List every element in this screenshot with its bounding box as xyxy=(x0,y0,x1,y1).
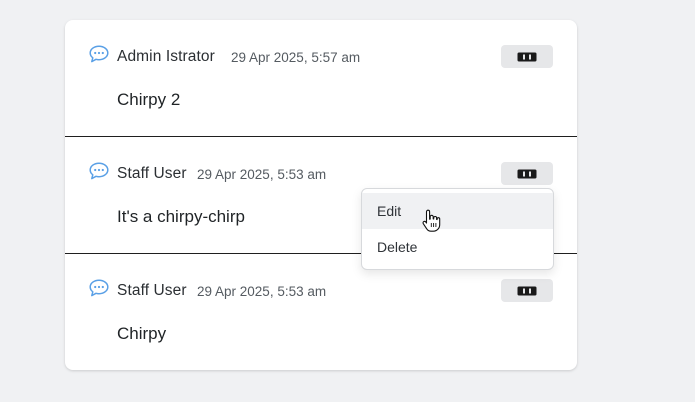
comment-actions-dropdown: Edit Delete xyxy=(361,188,554,270)
menu-item-edit[interactable]: Edit xyxy=(362,193,553,229)
comment-author: Staff User xyxy=(117,165,187,182)
comment-item: Admin Istrator 29 Apr 2025, 5:57 am Chir… xyxy=(65,20,577,137)
comment-body: Chirpy 2 xyxy=(117,90,181,109)
comment-body: Chirpy xyxy=(117,324,167,343)
speech-bubble-icon xyxy=(89,45,109,63)
comment-item: Staff User 29 Apr 2025, 5:53 am Chirpy xyxy=(65,254,577,370)
comment-menu-button[interactable] xyxy=(501,279,553,302)
card-menu-icon xyxy=(517,286,537,295)
speech-bubble-icon xyxy=(89,162,109,180)
comment-timestamp: 29 Apr 2025, 5:57 am xyxy=(231,50,361,65)
comment-timestamp: 29 Apr 2025, 5:53 am xyxy=(197,284,327,299)
comment-timestamp: 29 Apr 2025, 5:53 am xyxy=(197,167,327,182)
speech-bubble-icon xyxy=(89,279,109,297)
hand-pointer-icon xyxy=(422,209,441,232)
comment-body: It's a chirpy-chirp xyxy=(117,207,245,226)
menu-item-delete[interactable]: Delete xyxy=(362,229,553,265)
comment-author: Admin Istrator xyxy=(117,48,215,65)
comment-menu-button[interactable] xyxy=(501,45,553,68)
card-menu-icon xyxy=(517,52,537,61)
comment-author: Staff User xyxy=(117,282,187,299)
card-menu-icon xyxy=(517,169,537,178)
comment-menu-button[interactable] xyxy=(501,162,553,185)
